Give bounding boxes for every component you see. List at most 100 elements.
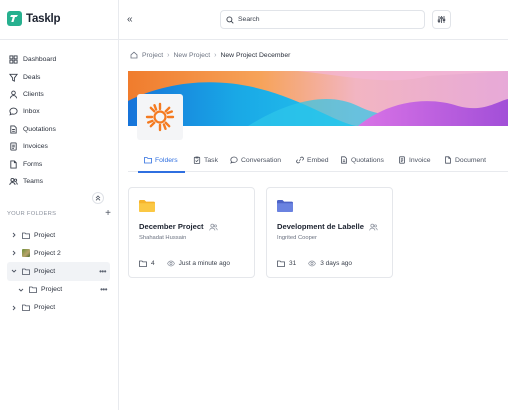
app-logo[interactable]: Tasklp [7,11,61,26]
nav-label: Inbox [23,108,40,116]
card-title-text: December Project [139,222,204,231]
nav-item-clients[interactable]: Clients [9,86,56,103]
collapse-sections-button[interactable] [92,192,104,204]
folders-title: YOUR FOLDERS [7,211,57,217]
collapse-sidebar-button[interactable]: « [127,14,133,25]
sliders-icon [437,16,446,23]
folder-icon [139,200,155,212]
sidebar: Tasklp Dashboard Deals Clients Inbox Quo… [0,0,119,410]
sidebar-nav: Dashboard Deals Clients Inbox Quotations… [9,51,56,190]
search-icon [226,15,234,24]
filter-settings-button[interactable] [432,10,451,29]
banner-gradient-image [128,71,508,126]
tab-label: Invoice [409,156,431,164]
tab-label: Task [204,156,218,164]
chevron-right-icon [12,232,16,238]
search-input[interactable] [238,16,408,23]
tab-invoice[interactable]: Invoice [398,148,431,172]
nav-label: Quotations [23,125,56,133]
breadcrumb: Project › New Project › New Project Dece… [130,51,290,59]
project-tabs: Folders Task Conversation Embed Quotatio… [128,148,508,173]
nav-item-quotations[interactable]: Quotations [9,121,56,138]
breadcrumb-link[interactable]: New Project [174,52,211,59]
project-banner [128,71,508,126]
nav-item-deals[interactable]: Deals [9,68,56,85]
add-folder-button[interactable]: + [105,209,111,219]
tree-item[interactable]: Project [0,299,119,317]
folder-icon [22,232,30,239]
more-options-icon[interactable]: ••• [99,267,106,276]
card-owner: Shahadat Hussain [139,235,187,241]
breadcrumb-separator: › [214,51,217,59]
tab-document[interactable]: Document [444,148,486,172]
dashboard-icon [9,55,18,64]
users-icon [369,223,378,230]
invoice-icon [399,156,405,164]
search-box[interactable] [220,10,425,29]
tab-label: Embed [307,156,329,164]
nav-item-inbox[interactable]: Inbox [9,103,56,120]
users-icon [208,223,218,230]
card-title: December Project [139,222,218,231]
card-time: Just a minute ago [178,260,230,267]
card-title-text: Development de Labelle [277,222,364,231]
folder-icon [22,268,30,275]
link-icon [296,156,304,164]
tab-embed[interactable]: Embed [296,148,329,172]
tab-task[interactable]: Task [193,148,218,172]
nav-item-dashboard[interactable]: Dashboard [9,51,56,68]
folder-card[interactable]: December Project Shahadat Hussain 4 Just… [128,187,255,278]
nav-label: Teams [23,177,44,185]
user-icon [9,90,18,99]
tasklp-logo-icon [7,11,22,26]
sidebar-divider [0,39,119,40]
chevron-down-icon [18,288,24,292]
folder-card[interactable]: Development de Labelle Ingrited Cooper 3… [266,187,393,278]
document-icon [341,156,347,164]
app-name: Tasklp [26,12,61,25]
card-meta: 4 Just a minute ago [139,260,230,267]
folder-icon [144,157,152,164]
tree-item-active[interactable]: Project ••• [7,262,110,281]
chat-icon [230,156,238,164]
top-header: « [119,0,508,40]
tab-quotations[interactable]: Quotations [340,148,384,172]
tree-item[interactable]: Project ••• [0,281,119,299]
nav-label: Forms [23,160,43,168]
form-icon [10,159,17,169]
chevron-down-icon [11,270,17,274]
chevron-right-icon [12,250,16,256]
nav-label: Deals [23,73,41,81]
eye-icon [166,260,175,267]
breadcrumb-link[interactable]: Project [142,52,163,59]
card-count: 31 [289,260,297,267]
team-icon [9,177,18,185]
folders-header: YOUR FOLDERS + [7,209,111,219]
project-thumbnail [22,249,30,258]
nav-label: Clients [23,90,44,98]
breadcrumb-current: New Project December [220,51,291,59]
tab-label: Document [455,156,486,164]
nav-item-teams[interactable]: Teams [9,173,56,190]
card-count: 4 [151,260,155,267]
tab-conversation[interactable]: Conversation [230,148,281,172]
tree-item[interactable]: Project 2 [0,244,119,262]
tree-item[interactable]: Project [0,226,119,244]
nav-item-invoices[interactable]: Invoices [9,138,56,155]
chevron-right-icon [12,305,16,311]
nav-item-forms[interactable]: Forms [9,155,56,172]
tab-label: Quotations [351,156,384,164]
breadcrumb-separator: › [167,51,170,59]
home-icon [130,51,138,59]
document-icon [10,125,17,134]
tree-item-label: Project [34,304,56,312]
project-logo[interactable] [137,94,183,140]
more-options-icon[interactable]: ••• [100,285,107,294]
tab-folders[interactable]: Folders [138,148,185,173]
tree-item-label: Project 2 [34,249,61,257]
folder-icon [139,260,147,267]
sun-logo-icon [145,102,175,132]
folder-icon [277,200,293,212]
tab-label: Folders [155,156,178,164]
file-icon [445,156,451,164]
